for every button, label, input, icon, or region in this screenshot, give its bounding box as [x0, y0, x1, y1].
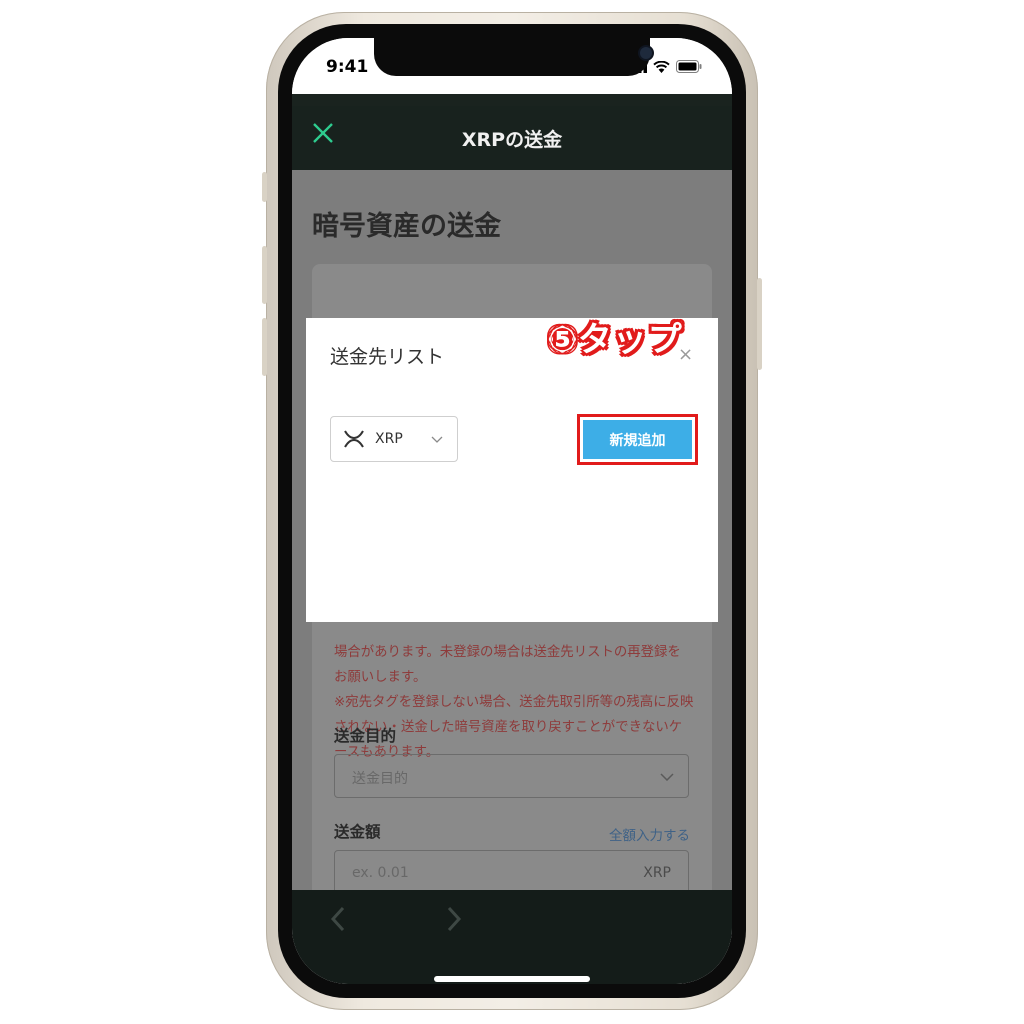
amount-input[interactable]: ex. 0.01 XRP [334, 850, 689, 894]
browser-bottom-bar [292, 890, 732, 984]
purpose-select[interactable]: 送金目的 [334, 754, 689, 798]
xrp-logo-icon [344, 430, 364, 448]
silent-switch [262, 172, 267, 202]
back-arrow-icon[interactable] [330, 906, 346, 932]
coin-select[interactable]: XRP [330, 416, 458, 462]
coin-select-label: XRP [375, 431, 403, 447]
page-heading: 暗号資産の送金 [312, 211, 501, 242]
power-button [757, 278, 762, 370]
app-title: XRPの送金 [461, 129, 563, 151]
chevron-down-icon [431, 436, 443, 443]
wifi-icon [653, 60, 670, 73]
purpose-placeholder: 送金目的 [352, 771, 408, 787]
add-new-button[interactable]: 新規追加 [583, 420, 692, 459]
modal-title: 送金先リスト [330, 346, 445, 368]
battery-icon [676, 60, 702, 73]
fill-all-link[interactable]: 全額入力する [609, 824, 690, 844]
amount-unit: XRP [643, 865, 671, 881]
home-indicator [434, 976, 590, 982]
chevron-down-icon [660, 773, 674, 781]
notch [374, 38, 652, 76]
volume-up-button [262, 246, 267, 304]
volume-down-button [262, 318, 267, 376]
front-camera [640, 47, 652, 59]
warning-text: 場合があります。未登録の場合は送金先リストの再登録をお願いします。 ※宛先タグを… [334, 645, 694, 760]
app-header: XRPの送金 [292, 94, 732, 170]
purpose-label: 送金目的 [334, 727, 397, 745]
tap-annotation: ⑤タップ [548, 320, 683, 360]
app-content: XRPの送金 暗号資産の送金 場合があります。未登録の場合は送金先リストの再登録… [292, 94, 732, 984]
forward-arrow-icon[interactable] [446, 906, 462, 932]
highlight-box: 新規追加 [577, 414, 698, 465]
status-time: 9:41 [326, 57, 369, 77]
amount-label: 送金額 [334, 823, 381, 841]
amount-placeholder: ex. 0.01 [352, 865, 409, 881]
recipient-list-modal: 送金先リスト × XRP 新規追加 [306, 318, 718, 622]
phone-screen: 9:41 XRPの送金 暗号資産の送金 場合があります。未登録の場合は送金先リス… [292, 38, 732, 984]
